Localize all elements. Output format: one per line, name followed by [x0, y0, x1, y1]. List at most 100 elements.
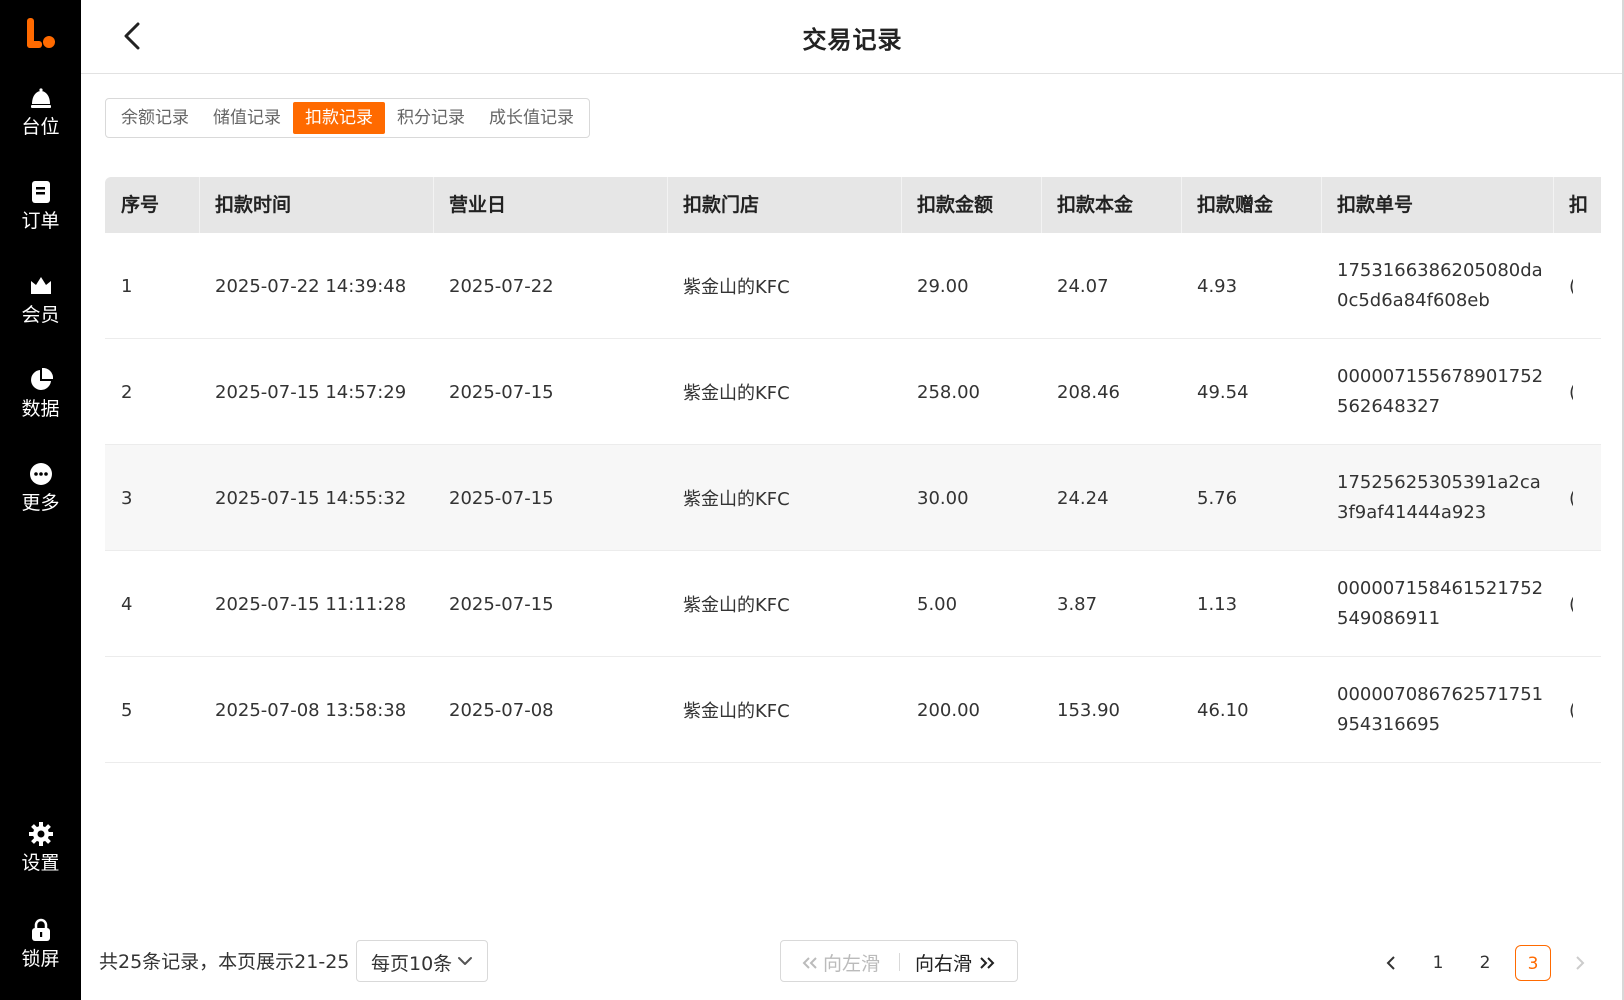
- cell-index: 4: [121, 593, 133, 615]
- column-header: 序号: [121, 194, 160, 216]
- table-row[interactable]: 5 2025-07-08 13:58:38 2025-07-08 紫金山的KFC…: [105, 657, 1601, 763]
- gear-icon: [28, 822, 53, 846]
- double-chevron-left-icon: [802, 956, 817, 969]
- cell-order-no: 17525625305391a2ca3f9af41444a923: [1337, 472, 1541, 523]
- column-header: 扣款本金: [1057, 194, 1134, 216]
- cell-principal: 3.87: [1057, 593, 1098, 615]
- table-row[interactable]: 3 2025-07-15 14:55:32 2025-07-15 紫金山的KFC…: [105, 445, 1601, 551]
- double-chevron-right-icon: [980, 956, 995, 969]
- sidebar-item-label: 更多: [21, 492, 60, 514]
- cell-store: 紫金山的KFC: [683, 489, 790, 510]
- page-title: 交易记录: [802, 26, 903, 54]
- cell-truncated: (0: [1553, 551, 1573, 657]
- sidebar: 台位 订单 会员 数据 更多 设置 锁屏: [0, 0, 81, 1000]
- cell-principal: 208.46: [1057, 381, 1120, 403]
- cell-time: 2025-07-08 13:58:38: [215, 699, 407, 721]
- swipe-right-button[interactable]: 向右滑: [915, 949, 996, 976]
- cell-index: 1: [121, 275, 133, 297]
- sidebar-item-label: 设置: [21, 852, 60, 874]
- chevron-right-icon: [1576, 956, 1585, 970]
- column-header: 扣款时间: [215, 194, 292, 216]
- swipe-right-label: 向右滑: [915, 953, 973, 975]
- cell-index: 2: [121, 381, 133, 403]
- cell-amount: 30.00: [917, 487, 969, 509]
- tab-deduction-records[interactable]: 扣款记录: [293, 102, 385, 134]
- page-button-1[interactable]: 1: [1420, 945, 1456, 981]
- cell-order-no: 000007086762571751954316695: [1337, 684, 1544, 735]
- swipe-left-button[interactable]: 向左滑: [801, 949, 880, 976]
- cell-business-day: 2025-07-15: [449, 487, 554, 509]
- column-header: 扣款门店: [683, 194, 760, 216]
- cell-store: 紫金山的KFC: [683, 383, 790, 404]
- cell-principal: 24.24: [1057, 487, 1109, 509]
- cell-business-day: 2025-07-08: [449, 699, 554, 721]
- cell-gift: 49.54: [1197, 381, 1249, 403]
- cell-truncated: (1: [1553, 445, 1573, 551]
- cell-amount: 5.00: [917, 593, 958, 615]
- bell-icon: [30, 88, 51, 108]
- column-header: 扣款赠金: [1197, 194, 1274, 216]
- page-button-3[interactable]: 3: [1515, 945, 1551, 981]
- table-row[interactable]: 1 2025-07-22 14:39:48 2025-07-22 紫金山的KFC…: [105, 233, 1601, 339]
- cell-amount: 200.00: [917, 699, 980, 721]
- next-page-button[interactable]: [1562, 945, 1598, 981]
- tab-growth-records[interactable]: 成长值记录: [477, 102, 586, 134]
- table-header: 序号 扣款时间 营业日 扣款门店 扣款金额 扣款本金 扣款赠金 扣款单号 扣: [105, 177, 1601, 233]
- app-logo: [25, 16, 57, 50]
- cell-truncated: (5: [1553, 657, 1573, 763]
- deduction-table[interactable]: 序号 扣款时间 营业日 扣款门店 扣款金额 扣款本金 扣款赠金 扣款单号 扣 1…: [105, 177, 1601, 767]
- column-header: 扣: [1569, 194, 1589, 216]
- tab-points-records[interactable]: 积分记录: [385, 102, 477, 134]
- cell-index: 3: [121, 487, 133, 509]
- sidebar-item-label: 数据: [21, 398, 60, 420]
- prev-page-button[interactable]: [1373, 945, 1409, 981]
- chevron-left-icon: [1386, 956, 1395, 970]
- cell-truncated: (1: [1553, 233, 1573, 339]
- cell-amount: 258.00: [917, 381, 980, 403]
- lock-icon: [31, 918, 50, 941]
- swipe-control: 向左滑 向右滑: [780, 940, 1018, 982]
- cell-gift: 1.13: [1197, 593, 1238, 615]
- sidebar-item-label: 锁屏: [21, 948, 60, 970]
- page-size-select[interactable]: 每页10条: [356, 940, 488, 982]
- sidebar-item-orders[interactable]: 订单: [0, 180, 81, 244]
- sidebar-item-members[interactable]: 会员: [0, 274, 81, 338]
- cell-gift: 46.10: [1197, 699, 1249, 721]
- cell-amount: 29.00: [917, 275, 969, 297]
- tab-stored-value-records[interactable]: 储值记录: [201, 102, 293, 134]
- sidebar-item-label: 台位: [21, 116, 60, 138]
- sidebar-item-settings[interactable]: 设置: [0, 822, 81, 886]
- cell-time: 2025-07-15 14:55:32: [215, 487, 407, 509]
- sidebar-item-label: 会员: [21, 304, 60, 326]
- cell-order-no: 000007158461521752549086911: [1337, 578, 1544, 629]
- cell-store: 紫金山的KFC: [683, 595, 790, 616]
- table-row[interactable]: 2 2025-07-15 14:57:29 2025-07-15 紫金山的KFC…: [105, 339, 1601, 445]
- page-button-2[interactable]: 2: [1467, 945, 1503, 981]
- cell-store: 紫金山的KFC: [683, 277, 790, 298]
- crown-icon: [30, 277, 51, 294]
- pie-chart-icon: [30, 368, 53, 390]
- record-type-tabs: 余额记录 储值记录 扣款记录 积分记录 成长值记录: [105, 98, 590, 138]
- sidebar-item-more[interactable]: 更多: [0, 462, 81, 526]
- sidebar-item-lock-screen[interactable]: 锁屏: [0, 918, 81, 982]
- cell-truncated: (6: [1553, 339, 1573, 445]
- sidebar-item-label: 订单: [21, 210, 60, 232]
- page-header: 交易记录: [81, 0, 1624, 74]
- tab-balance-records[interactable]: 余额记录: [109, 102, 201, 134]
- cell-time: 2025-07-22 14:39:48: [215, 275, 407, 297]
- swipe-left-label: 向左滑: [823, 953, 881, 975]
- column-header: 营业日: [449, 194, 507, 216]
- page-size-value: 每页10条: [371, 953, 453, 975]
- cell-principal: 24.07: [1057, 275, 1109, 297]
- sidebar-item-data[interactable]: 数据: [0, 368, 81, 432]
- chevron-down-icon: [458, 957, 472, 965]
- cell-business-day: 2025-07-22: [449, 275, 554, 297]
- sidebar-item-tables[interactable]: 台位: [0, 86, 81, 150]
- cell-time: 2025-07-15 11:11:28: [215, 593, 407, 615]
- cell-business-day: 2025-07-15: [449, 381, 554, 403]
- column-header: 扣款金额: [917, 194, 994, 216]
- record-summary: 共25条记录，本页展示21-25: [99, 951, 350, 973]
- cell-gift: 4.93: [1197, 275, 1238, 297]
- cell-gift: 5.76: [1197, 487, 1238, 509]
- table-row[interactable]: 4 2025-07-15 11:11:28 2025-07-15 紫金山的KFC…: [105, 551, 1601, 657]
